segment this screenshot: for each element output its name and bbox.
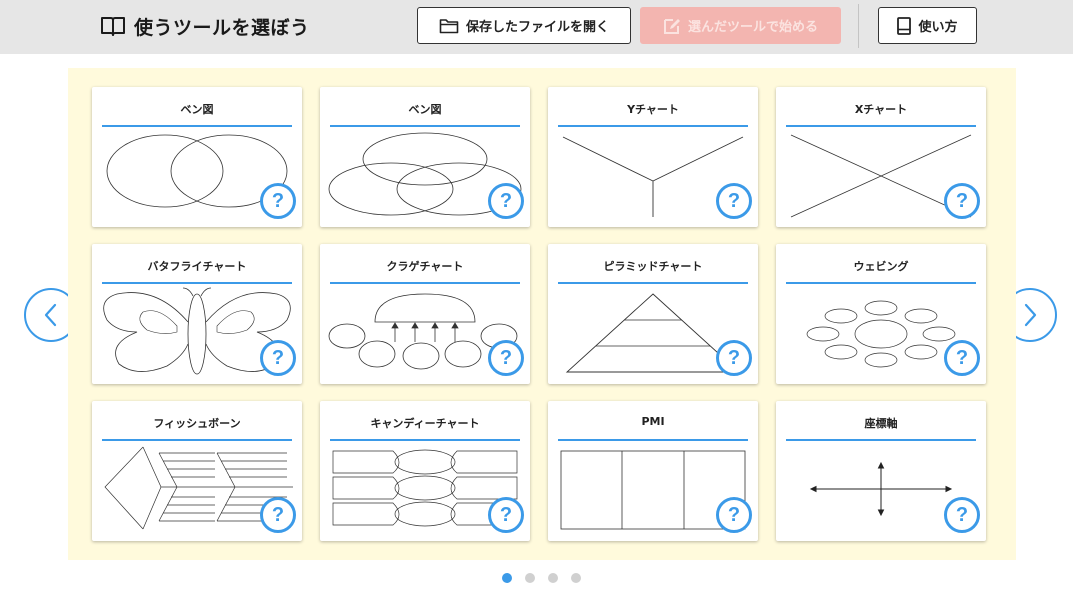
tool-card-title: ベン図	[408, 103, 442, 116]
start-with-tool-label: 選んだツールで始める	[687, 20, 818, 35]
tool-card-divider	[786, 439, 976, 441]
help-button[interactable]: ?	[488, 497, 524, 533]
help-button[interactable]: ?	[488, 340, 524, 376]
tool-card-y-chart[interactable]: Yチャート ?	[548, 87, 758, 227]
book-icon	[101, 17, 125, 36]
tool-card-divider	[558, 125, 748, 127]
tool-card-divider	[330, 125, 520, 127]
tool-card-title: Xチャート	[854, 103, 908, 116]
tool-card-divider	[330, 439, 520, 441]
edit-icon	[663, 18, 680, 34]
tool-card-title: ピラミッドチャート	[603, 260, 703, 273]
tool-card-title: ベン図	[180, 103, 214, 116]
tool-card-divider	[786, 282, 976, 284]
help-button[interactable]: ?	[944, 183, 980, 219]
folder-icon	[439, 18, 459, 33]
help-button[interactable]: ?	[260, 340, 296, 376]
page-dot-1[interactable]	[502, 573, 512, 583]
manual-icon	[897, 16, 912, 35]
page-title-text: 使うツールを選ぼう	[134, 16, 310, 39]
help-button[interactable]: ?	[944, 497, 980, 533]
tool-card-title: キャンディーチャート	[370, 417, 480, 430]
page-dot-4[interactable]	[571, 573, 581, 583]
header-divider	[858, 4, 859, 48]
tool-card-divider	[102, 125, 292, 127]
help-button[interactable]: ?	[716, 340, 752, 376]
tool-card-title: PMI	[641, 415, 665, 428]
pagination-dots	[502, 573, 581, 583]
tool-card-title: Yチャート	[627, 103, 679, 116]
help-button[interactable]: ?	[488, 183, 524, 219]
tool-card-divider	[102, 439, 292, 441]
help-button[interactable]: ?	[260, 183, 296, 219]
tool-grid-panel: ベン図 ? ベン図 ? Yチャート ? Xチャート ? バタフライチャート ? …	[68, 68, 1016, 560]
tool-card-jellyfish-chart[interactable]: クラゲチャート ?	[320, 244, 530, 384]
start-with-tool-button[interactable]: 選んだツールで始める	[640, 7, 841, 44]
tool-card-venn-2[interactable]: ベン図 ?	[92, 87, 302, 227]
open-saved-file-label: 保存したファイルを開く	[465, 20, 609, 35]
tool-card-divider	[330, 282, 520, 284]
tool-card-coordinate-axes[interactable]: 座標軸 ?	[776, 401, 986, 541]
how-to-use-button[interactable]: 使い方	[878, 7, 977, 44]
chevron-left-icon	[44, 303, 57, 327]
tool-card-webbing[interactable]: ウェビング ?	[776, 244, 986, 384]
tool-card-butterfly-chart[interactable]: バタフライチャート ?	[92, 244, 302, 384]
tool-card-divider	[558, 439, 748, 441]
tool-card-title: バタフライチャート	[147, 260, 247, 273]
tool-card-divider	[102, 282, 292, 284]
help-button[interactable]: ?	[260, 497, 296, 533]
help-button[interactable]: ?	[716, 183, 752, 219]
tool-card-candy-chart[interactable]: キャンディーチャート ?	[320, 401, 530, 541]
chevron-right-icon	[1024, 303, 1037, 327]
header-bar: 使うツールを選ぼう 保存したファイルを開く 選んだツールで始める 使い方	[0, 0, 1073, 54]
tool-card-venn-3[interactable]: ベン図 ?	[320, 87, 530, 227]
tool-card-x-chart[interactable]: Xチャート ?	[776, 87, 986, 227]
tool-card-title: クラゲチャート	[386, 260, 464, 273]
tool-card-title: 座標軸	[864, 417, 898, 430]
tool-card-pmi[interactable]: PMI ?	[548, 401, 758, 541]
page-dot-2[interactable]	[525, 573, 535, 583]
tool-card-title: ウェビング	[853, 260, 909, 273]
tool-card-divider	[786, 125, 976, 127]
help-button[interactable]: ?	[716, 497, 752, 533]
page-title: 使うツールを選ぼう	[100, 11, 310, 41]
help-button[interactable]: ?	[944, 340, 980, 376]
tool-card-fishbone[interactable]: フィッシュボーン ?	[92, 401, 302, 541]
page-dot-3[interactable]	[548, 573, 558, 583]
tool-card-pyramid-chart[interactable]: ピラミッドチャート ?	[548, 244, 758, 384]
tool-card-divider	[558, 282, 748, 284]
tool-card-title: フィッシュボーン	[153, 417, 241, 430]
how-to-use-label: 使い方	[918, 20, 958, 35]
open-saved-file-button[interactable]: 保存したファイルを開く	[417, 7, 631, 44]
